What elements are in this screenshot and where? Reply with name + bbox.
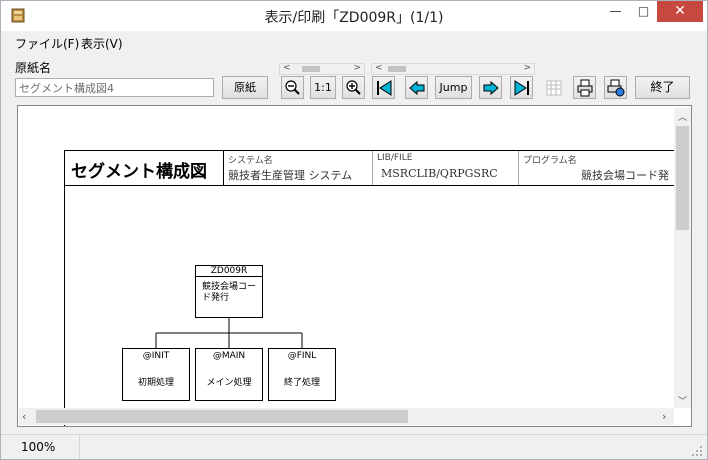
menu-file[interactable]: ファイル(F) xyxy=(15,35,79,52)
printer-icon xyxy=(577,79,592,97)
printer-settings-icon xyxy=(607,79,624,97)
title-bar: 表示/印刷「ZD009R」(1/1) — □ ✕ xyxy=(1,1,707,31)
paper-name-field[interactable]: セグメント構成図4 xyxy=(15,78,214,97)
segment-child: @FINL 終了処理 xyxy=(268,348,336,401)
next-page-button[interactable] xyxy=(479,76,502,99)
first-page-icon xyxy=(376,80,391,96)
preview-pane[interactable]: セグメント構成図 システム名 競技者生産管理 システム LIB/FILE MSR… xyxy=(17,105,692,427)
scroll-left-icon[interactable]: ‹ xyxy=(22,410,26,423)
last-page-button[interactable] xyxy=(510,76,533,99)
first-page-button[interactable] xyxy=(372,76,395,99)
segment-child-id: @INIT xyxy=(142,351,170,361)
jump-button[interactable]: Jump xyxy=(435,76,472,99)
last-page-icon xyxy=(514,80,529,96)
segment-child-id: @MAIN xyxy=(212,351,246,361)
horizontal-scroll-thumb[interactable] xyxy=(36,410,408,423)
segment-child-id: @FINL xyxy=(287,351,317,361)
maximize-button[interactable]: □ xyxy=(629,1,658,22)
menu-view[interactable]: 表示(V) xyxy=(81,35,123,52)
vertical-scrollbar[interactable]: ︿ ﹀ xyxy=(674,108,691,408)
print-button[interactable] xyxy=(573,76,596,99)
segment-child: @MAIN メイン処理 xyxy=(195,348,263,401)
resize-grip-icon[interactable] xyxy=(691,445,703,457)
menu-bar: ファイル(F) 表示(V) xyxy=(1,31,707,53)
horizontal-scrollbar[interactable]: ‹ › xyxy=(19,408,674,425)
right-arrow-icon xyxy=(483,80,499,96)
segment-child-name: 初期処理 xyxy=(137,378,174,388)
scroll-down-icon[interactable]: ﹀ xyxy=(678,394,687,407)
paper-button[interactable]: 原紙 xyxy=(222,76,268,99)
print-setup-button[interactable] xyxy=(604,76,627,99)
zoom-out-button[interactable] xyxy=(281,76,304,99)
exit-button[interactable]: 終了 xyxy=(635,76,690,99)
zoom-in-icon xyxy=(346,80,361,95)
zoom-in-button[interactable] xyxy=(342,76,365,99)
zoom-reset-button[interactable]: 1:1 xyxy=(310,76,336,99)
zoom-level: 100% xyxy=(21,440,56,454)
scroll-up-icon[interactable]: ︿ xyxy=(678,110,687,123)
status-bar: 100% xyxy=(1,434,707,460)
segment-child-name: メイン処理 xyxy=(206,378,252,388)
minimize-button[interactable]: — xyxy=(601,1,630,22)
scroll-right-icon[interactable]: › xyxy=(662,410,666,423)
left-arrow-icon xyxy=(408,80,424,96)
previous-page-button[interactable] xyxy=(405,76,428,99)
segment-child-name: 終了処理 xyxy=(283,378,320,388)
close-button[interactable]: ✕ xyxy=(657,1,703,22)
zoom-slider[interactable]: < > xyxy=(279,63,365,75)
document-page: セグメント構成図 システム名 競技者生産管理 システム LIB/FILE MSR… xyxy=(64,150,691,426)
grid-button xyxy=(542,76,565,99)
page-slider[interactable]: < > xyxy=(371,63,535,75)
segment-child: @INIT 初期処理 xyxy=(122,348,190,401)
paper-name-label: 原紙名 xyxy=(15,61,52,75)
grid-icon xyxy=(546,80,561,96)
zoom-out-icon xyxy=(285,80,300,95)
app-window: 表示/印刷「ZD009R」(1/1) — □ ✕ ファイル(F) 表示(V) 原… xyxy=(0,0,708,460)
vertical-scroll-thumb[interactable] xyxy=(676,126,689,230)
